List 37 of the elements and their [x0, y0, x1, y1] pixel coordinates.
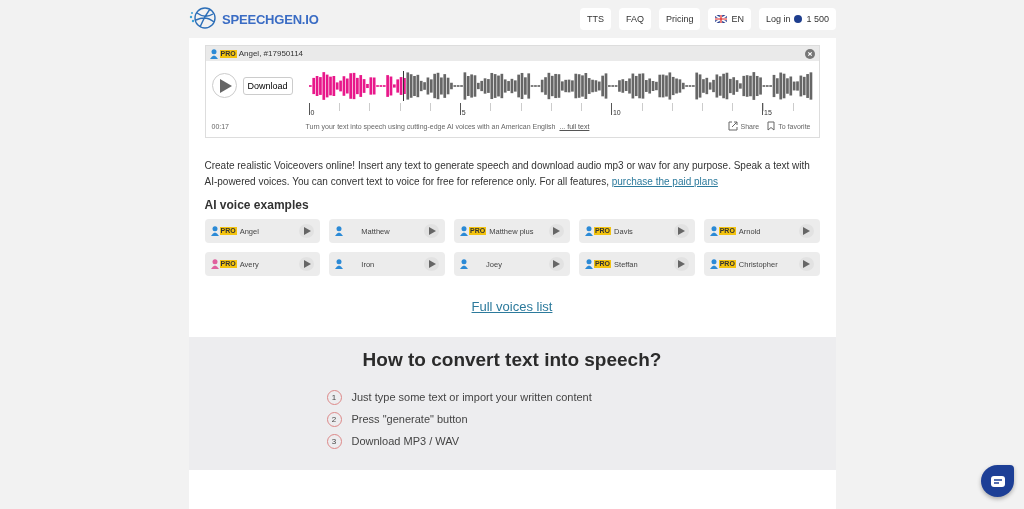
paid-plans-link[interactable]: purchase the paid plans: [611, 176, 718, 187]
download-button[interactable]: Download: [242, 77, 293, 95]
play-icon: [219, 78, 232, 93]
play-icon[interactable]: [798, 224, 814, 238]
play-icon[interactable]: [548, 224, 564, 238]
play-icon[interactable]: [548, 257, 564, 271]
play-icon[interactable]: [424, 224, 440, 238]
close-icon[interactable]: [804, 48, 815, 59]
share-icon: [727, 121, 738, 131]
waveform-drawing[interactable]: [308, 71, 813, 101]
intro-paragraph: Create realistic Voiceovers online! Insert any text to generate speech and download audio mp3 or wav for any purpose. Speak a text with AI-powered voices. You can convert text to voice for free for reference only. For all features, purchase the paid plans: [204, 159, 811, 189]
coin-icon: [794, 15, 803, 23]
flag-icon: [715, 15, 728, 23]
play-icon[interactable]: [673, 257, 689, 271]
section-heading: How to convert text into speech?: [361, 349, 663, 371]
user-icon: [209, 48, 218, 59]
play-button[interactable]: [211, 73, 237, 98]
nav-link[interactable]: TTS: [579, 8, 611, 30]
language-button[interactable]: EN: [708, 8, 751, 30]
step-text: Download MP3 / WAV: [351, 435, 460, 447]
nav-link[interactable]: FAQ: [618, 8, 651, 30]
section-heading: AI voice examples: [204, 198, 310, 212]
logo-text[interactable]: SPEECHGEN.IO: [222, 11, 319, 27]
chat-icon: [990, 475, 1005, 487]
play-icon[interactable]: [299, 257, 315, 271]
login-button[interactable]: Log in 1 500: [758, 8, 836, 30]
bookmark-icon: [767, 121, 776, 131]
play-icon[interactable]: [673, 224, 689, 238]
nav-link[interactable]: Pricing: [658, 8, 701, 30]
play-icon[interactable]: [798, 257, 814, 271]
step-text: Just type some text or import your written content: [351, 391, 592, 403]
track-title: Angel, #17950114: [238, 49, 304, 58]
play-icon[interactable]: [424, 257, 440, 271]
full-voices-link[interactable]: Full voices list: [471, 299, 553, 314]
step-text: Press "generate" button: [351, 413, 468, 425]
chat-button[interactable]: [981, 465, 1014, 497]
play-icon[interactable]: [299, 224, 315, 238]
